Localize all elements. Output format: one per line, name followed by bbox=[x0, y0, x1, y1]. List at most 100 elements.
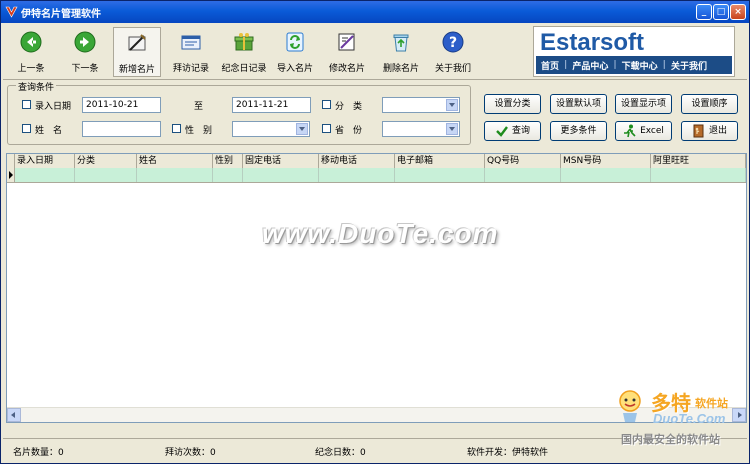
exit-door-icon bbox=[693, 124, 704, 137]
entry-date-label: 录入日期 bbox=[35, 102, 72, 112]
notebook-icon bbox=[181, 35, 201, 50]
refresh-icon bbox=[286, 32, 304, 52]
import-card-button[interactable]: 导入名片 bbox=[271, 27, 319, 77]
visit-log-label: 拜访记录 bbox=[172, 64, 209, 74]
column-header-msn[interactable]: MSN号码 bbox=[561, 154, 651, 168]
edit-card-label: 修改名片 bbox=[328, 64, 365, 74]
prev-button[interactable]: 上一条 bbox=[7, 27, 55, 77]
corner-watermark-site: DuoTe.Com bbox=[653, 411, 726, 426]
corner-watermark-slogan: 国内最安全的软件站 bbox=[621, 433, 720, 446]
about-button[interactable]: ? 关于我们 bbox=[429, 27, 477, 77]
set-default-button[interactable]: 设置默认项 bbox=[550, 94, 607, 114]
edit-card-button[interactable]: 修改名片 bbox=[323, 27, 371, 77]
next-button[interactable]: 下一条 bbox=[61, 27, 109, 77]
brand-logo: Estarsoft bbox=[540, 29, 645, 56]
brand-nav-about[interactable]: 关于我们 bbox=[666, 59, 712, 72]
brand-nav-home[interactable]: 首页 bbox=[536, 59, 564, 72]
brand-nav-downloads[interactable]: 下载中心 bbox=[617, 59, 663, 72]
table-header: 录入日期 分类 姓名 性别 固定电话 移动电话 电子邮箱 QQ号码 MSN号码 … bbox=[7, 154, 746, 169]
column-header-name[interactable]: 姓名 bbox=[137, 154, 213, 168]
column-header-aliwangwang[interactable]: 阿里旺旺 bbox=[651, 154, 746, 168]
exit-button-label: 退出 bbox=[708, 126, 727, 136]
help-icon: ? bbox=[442, 31, 464, 53]
app-window: 伊特名片管理软件 _ □ × 上一条 下一条 新增名片 拜访记录 纪念日记录 导… bbox=[0, 0, 750, 464]
memorial-count: 纪念日数：0 bbox=[315, 448, 366, 458]
header-corner bbox=[7, 154, 15, 168]
gender-checkbox[interactable] bbox=[172, 124, 181, 133]
set-order-button[interactable]: 设置顺序 bbox=[681, 94, 738, 114]
card-count: 名片数量：0 bbox=[13, 448, 64, 458]
developer-info: 软件开发：伊特软件 bbox=[467, 448, 549, 458]
column-header-category[interactable]: 分类 bbox=[75, 154, 137, 168]
prev-label: 上一条 bbox=[17, 64, 45, 74]
column-header-gender[interactable]: 性别 bbox=[213, 154, 243, 168]
column-header-landline[interactable]: 固定电话 bbox=[243, 154, 319, 168]
edit-icon bbox=[338, 33, 355, 51]
gender-label: 性 别 bbox=[185, 126, 213, 136]
entry-date-checkbox[interactable] bbox=[22, 100, 31, 109]
corner-watermark: 多特 软件站 DuoTe.Com 国内最安全的软件站 bbox=[613, 387, 749, 451]
visit-count: 拜访次数：0 bbox=[165, 448, 216, 458]
minimize-button[interactable]: _ bbox=[696, 4, 712, 20]
close-button[interactable]: × bbox=[730, 4, 746, 20]
category-checkbox[interactable] bbox=[322, 100, 331, 109]
brand-nav: 首页 | 产品中心 | 下载中心 | 关于我们 bbox=[536, 56, 732, 74]
memorial-log-button[interactable]: 纪念日记录 bbox=[217, 27, 271, 77]
exit-button[interactable]: 退出 bbox=[681, 121, 738, 141]
table-row[interactable] bbox=[7, 168, 746, 183]
name-input[interactable] bbox=[82, 121, 161, 137]
chevron-down-icon bbox=[446, 99, 458, 111]
arrow-left-icon bbox=[20, 31, 42, 53]
scroll-left-icon[interactable] bbox=[7, 408, 21, 422]
excel-runner-icon bbox=[624, 124, 636, 137]
window-title: 伊特名片管理软件 bbox=[21, 9, 101, 20]
category-label: 分 类 bbox=[335, 102, 363, 112]
memorial-log-label: 纪念日记录 bbox=[221, 64, 267, 74]
province-checkbox[interactable] bbox=[322, 124, 331, 133]
mascot-icon bbox=[619, 390, 641, 422]
excel-button-label: Excel bbox=[640, 126, 664, 136]
more-conditions-button[interactable]: 更多条件 bbox=[550, 121, 607, 141]
title-bar: 伊特名片管理软件 _ □ × bbox=[1, 1, 749, 23]
province-select[interactable] bbox=[382, 121, 460, 137]
row-indicator-icon bbox=[7, 168, 15, 182]
province-label: 省 份 bbox=[335, 126, 363, 136]
recycle-bin-icon bbox=[393, 34, 409, 52]
brand-nav-products[interactable]: 产品中心 bbox=[567, 59, 613, 72]
name-label: 姓 名 bbox=[35, 126, 63, 136]
cards-table[interactable]: 录入日期 分类 姓名 性别 固定电话 移动电话 电子邮箱 QQ号码 MSN号码 … bbox=[6, 153, 747, 423]
import-card-label: 导入名片 bbox=[276, 64, 313, 74]
chevron-down-icon bbox=[446, 123, 458, 135]
search-button[interactable]: 查询 bbox=[484, 121, 541, 141]
duote-watermark: www.DuoTe.com bbox=[262, 218, 499, 249]
set-display-button[interactable]: 设置显示项 bbox=[615, 94, 672, 114]
arrow-right-icon bbox=[74, 31, 96, 53]
gender-select[interactable] bbox=[232, 121, 310, 137]
chevron-down-icon bbox=[296, 123, 308, 135]
new-card-button[interactable]: 新增名片 bbox=[113, 27, 161, 77]
column-header-qq[interactable]: QQ号码 bbox=[485, 154, 561, 168]
corner-watermark-suffix: 软件站 bbox=[695, 397, 728, 410]
column-header-entry-date[interactable]: 录入日期 bbox=[15, 154, 75, 168]
app-icon bbox=[5, 6, 18, 18]
date-from-input[interactable]: 2011-10-21 bbox=[82, 97, 161, 113]
maximize-button[interactable]: □ bbox=[713, 4, 729, 20]
excel-button[interactable]: Excel bbox=[615, 121, 672, 141]
date-to-input[interactable]: 2011-11-21 bbox=[232, 97, 311, 113]
about-label: 关于我们 bbox=[434, 64, 471, 74]
category-select[interactable] bbox=[382, 97, 460, 113]
to-label: 至 bbox=[194, 102, 204, 112]
set-category-button[interactable]: 设置分类 bbox=[484, 94, 541, 114]
new-card-label: 新增名片 bbox=[118, 65, 155, 75]
name-checkbox[interactable] bbox=[22, 124, 31, 133]
search-button-label: 查询 bbox=[511, 126, 530, 136]
next-label: 下一条 bbox=[71, 64, 99, 74]
delete-card-button[interactable]: 删除名片 bbox=[377, 27, 425, 77]
column-header-mobile[interactable]: 移动电话 bbox=[319, 154, 395, 168]
svg-text:?: ? bbox=[449, 35, 457, 51]
gift-icon bbox=[234, 33, 254, 51]
column-header-email[interactable]: 电子邮箱 bbox=[395, 154, 485, 168]
toolbar: 上一条 下一条 新增名片 拜访记录 纪念日记录 导入名片 修改名片 删除名片 ?… bbox=[3, 24, 747, 80]
visit-log-button[interactable]: 拜访记录 bbox=[167, 27, 215, 77]
brand-banner: Estarsoft 首页 | 产品中心 | 下载中心 | 关于我们 bbox=[533, 26, 735, 77]
